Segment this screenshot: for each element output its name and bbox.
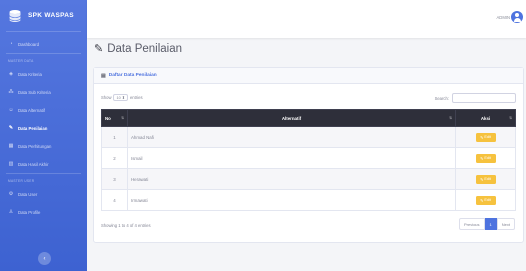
sidebar-heading-master-user: MASTER USER [8,179,35,183]
show-label: Show [101,95,112,100]
penilaian-card: ▤ Daftar Data Penilaian Show 10 ⬍ entrie… [93,67,524,243]
calculator-icon: ▦ [8,143,14,149]
sidebar-item-label: Data Penilaian [18,125,48,131]
edit-icon: ✎ [94,43,104,55]
datatable-controls: Show 10 ⬍ entries Search: [101,93,516,103]
sidebar-item-label: Data Hasil Akhir [18,161,49,167]
user-avatar-icon[interactable] [511,11,523,23]
sidebar-item-dashboard[interactable]: ◔ Dashboard [0,35,87,53]
cube-icon: ◈ [9,71,13,77]
user-cog-icon: ⚙ [8,191,14,197]
column-label: No [105,115,111,121]
sidebar: SPK WASPAS ◔ Dashboard MASTER DATA ◈ Dat… [0,0,87,271]
cell-alternatif: Ahmad Nafi [127,126,456,148]
entries-length: Show 10 ⬍ entries [101,94,143,101]
database-logo-icon [9,9,21,22]
topbar: ADMIN [87,0,526,38]
cell-no: 1 [101,126,128,148]
cell-no: 4 [101,189,128,211]
sidebar-item-data-alternatif[interactable]: ☺ Data Alternatif [0,101,87,119]
user-name[interactable]: ADMIN [497,15,511,20]
cell-aksi: ✎ Edit [455,168,516,190]
table-header-row: No ⇅ Alternatif ⇅ Aksi ⇅ [101,109,516,127]
page-heading: ✎ Data Penilaian [94,42,183,56]
search-label: Search: [434,95,449,101]
cell-alternatif: Irmawati [127,189,456,211]
next-page-button[interactable]: Next [496,218,515,230]
edit-button[interactable]: ✎ Edit [475,153,496,163]
sidebar-item-data-kriteria[interactable]: ◈ Data Kriteria [0,65,87,83]
edit-icon: ✎ [480,177,484,182]
sidebar-item-data-profile[interactable]: ♙ Data Profile [0,203,87,221]
user-icon: ♙ [8,209,14,215]
sidebar-item-data-perhitungan[interactable]: ▦ Data Perhitungan [0,137,87,155]
entries-select[interactable]: 10 ⬍ [113,94,128,101]
edit-button-label: Edit [484,156,491,160]
table-row: 3 Herawati ✎ Edit [101,168,516,190]
edit-button-label: Edit [484,135,491,139]
edit-button[interactable]: ✎ Edit [475,195,496,205]
column-header-aksi[interactable]: Aksi ⇅ [455,109,516,127]
sidebar-item-label: Data Sub Kriteria [18,89,51,95]
column-label: Aksi [480,115,491,121]
cell-alternatif: Herawati [127,168,456,190]
sidebar-heading-master-data: MASTER DATA [8,59,34,63]
cell-aksi: ✎ Edit [455,189,516,211]
cubes-icon: ⁂ [8,89,14,95]
sidebar-item-label: Data Perhitungan [18,143,52,149]
sidebar-item-data-user[interactable]: ⚙ Data User [0,185,87,203]
cell-no: 2 [101,147,128,169]
previous-page-button[interactable]: Previous [458,218,485,230]
column-header-alternatif[interactable]: Alternatif ⇅ [127,109,456,127]
entries-label: entries [129,95,143,100]
column-label: Alternatif [281,115,302,121]
sidebar-toggle-button[interactable]: ‹ [38,252,51,265]
card-title: Daftar Data Penilaian [108,73,157,78]
sidebar-divider [6,31,81,32]
sidebar-item-data-hasil-akhir[interactable]: ▥ Data Hasil Akhir [0,155,87,173]
sidebar-item-label: Data Kriteria [18,71,42,77]
brand[interactable]: SPK WASPAS [0,0,87,31]
penilaian-table: No ⇅ Alternatif ⇅ Aksi ⇅ 1 Ahmad Nafi ✎ Edit… [101,109,516,211]
gauge-icon: ◔ [9,41,13,47]
edit-button-label: Edit [484,177,491,181]
chart-icon: ▥ [8,161,14,167]
entries-select-value: 10 [116,95,121,100]
sort-icon: ⇅ [121,116,124,120]
sidebar-item-label: Data Alternatif [18,107,45,113]
page-title: Data Penilaian [107,42,183,55]
cell-no: 3 [101,168,128,190]
sidebar-item-data-penilaian[interactable]: ✎ Data Penilaian [0,119,87,137]
brand-name: SPK WASPAS [28,12,74,19]
users-icon: ☺ [8,107,14,113]
edit-icon: ✎ [480,156,484,161]
column-header-no[interactable]: No ⇅ [101,109,128,127]
sidebar-item-label: Data User [18,191,38,197]
edit-button[interactable]: ✎ Edit [475,174,496,184]
table-icon: ▤ [101,72,106,79]
edit-button[interactable]: ✎ Edit [475,132,496,142]
edit-icon: ✎ [8,125,14,131]
cell-aksi: ✎ Edit [455,147,516,169]
search-input[interactable] [452,93,516,103]
datatable-search: Search: [435,93,516,103]
table-row: 4 Irmawati ✎ Edit [101,189,516,211]
page-1-button[interactable]: 1 [484,218,497,230]
datatable-info: Showing 1 to 4 of 4 entries [101,223,151,228]
cell-aksi: ✎ Edit [455,126,516,148]
card-header: ▤ Daftar Data Penilaian [94,68,523,84]
edit-icon: ✎ [480,198,484,203]
sidebar-item-label: Data Profile [18,209,41,215]
sidebar-item-data-sub-kriteria[interactable]: ⁂ Data Sub Kriteria [0,83,87,101]
table-row: 2 Ismail ✎ Edit [101,147,516,169]
pagination: Previous 1 Next [458,218,515,230]
sidebar-item-label: Dashboard [18,41,40,47]
cell-alternatif: Ismail [127,147,456,169]
edit-icon: ✎ [480,135,484,140]
table-row: 1 Ahmad Nafi ✎ Edit [101,126,516,148]
edit-button-label: Edit [484,198,491,202]
sort-icon: ⇅ [449,116,452,120]
sort-icon: ⇅ [509,116,512,120]
